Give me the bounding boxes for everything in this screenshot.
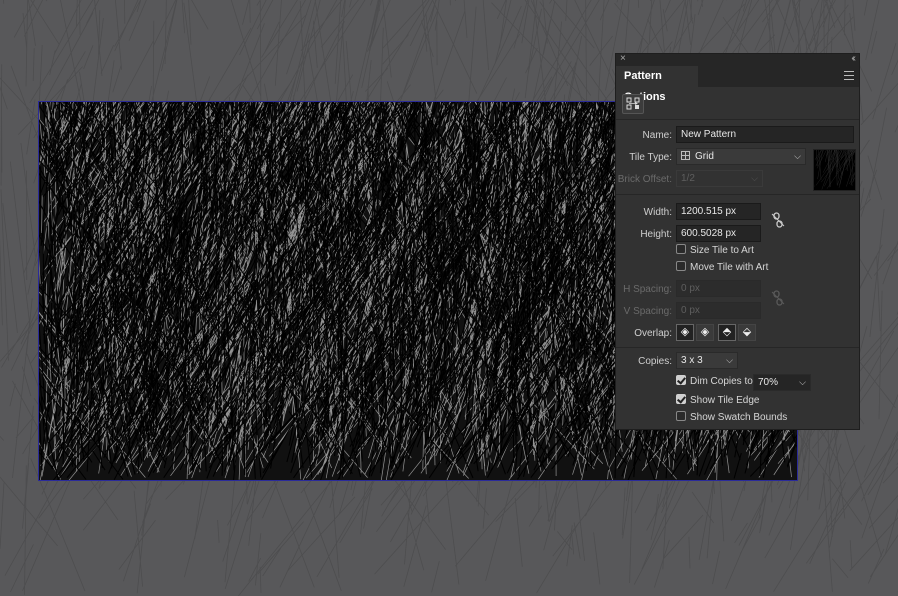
dim-copies-checkbox[interactable]: Dim Copies to: <box>676 375 756 390</box>
diamond-bottom-icon: ⬙ <box>742 326 752 338</box>
brick-offset-value: 1/2 <box>681 173 695 184</box>
tile-type-dropdown[interactable]: Grid ⌵ <box>676 148 806 165</box>
overlap-label: Overlap: <box>634 328 672 339</box>
dim-copies-dropdown[interactable]: 70% ⌵ <box>753 374 811 391</box>
collapse-icon[interactable]: ‹‹ <box>851 53 855 64</box>
chevron-down-icon: ⌵ <box>799 377 806 387</box>
checkbox-box <box>676 244 686 255</box>
v-spacing-field[interactable]: 0 px <box>676 302 761 319</box>
checkbox-box <box>676 394 686 405</box>
tile-type-label: Tile Type: <box>629 152 672 163</box>
unlink-spacing-icon[interactable] <box>771 290 785 309</box>
checkbox-box <box>676 261 686 272</box>
overlap-bottom-in-front-button[interactable]: ⬙ <box>738 324 756 341</box>
close-icon[interactable]: × <box>620 53 626 64</box>
pattern-thumbnail-art <box>801 0 898 190</box>
chevron-down-icon: ⌵ <box>794 151 801 161</box>
diamond-top-icon: ⬘ <box>722 326 732 338</box>
chevron-down-icon: ⌵ <box>726 355 733 365</box>
panel-menu-icon[interactable] <box>844 71 854 80</box>
diamond-left-icon: ◈ <box>680 326 690 338</box>
width-field[interactable]: 1200.515 px <box>676 203 761 220</box>
width-label: Width: <box>643 207 672 218</box>
name-field[interactable]: New Pattern <box>676 126 854 143</box>
pattern-options-panel: × ‹‹ Pattern Options Name: New Pattern T… <box>615 0 898 430</box>
pattern-tile-tool-button[interactable] <box>622 94 644 114</box>
separator <box>616 194 859 195</box>
copies-label: Copies: <box>638 356 672 367</box>
overlap-right-in-front-button[interactable]: ◈ <box>696 324 714 341</box>
pattern-tile-tool-icon <box>626 97 640 110</box>
checkbox-box <box>676 411 686 422</box>
unlink-proportions-icon[interactable] <box>771 212 785 231</box>
height-label: Height: <box>640 229 672 240</box>
dim-copies-value: 70% <box>758 377 779 388</box>
brick-offset-label: Brick Offset: <box>617 174 672 185</box>
separator <box>616 119 859 120</box>
panel-tabbar: Pattern Options <box>616 66 859 103</box>
v-spacing-label: V Spacing: <box>623 306 672 317</box>
overlap-top-in-front-button[interactable]: ⬘ <box>718 324 736 341</box>
panel-header-bar: × ‹‹ <box>616 53 859 66</box>
h-spacing-field[interactable]: 0 px <box>676 280 761 297</box>
overlap-left-in-front-button[interactable]: ◈ <box>676 324 694 341</box>
show-tile-edge-checkbox[interactable]: Show Tile Edge <box>676 394 760 409</box>
separator <box>616 347 859 348</box>
chevron-down-icon: ⌵ <box>751 173 758 183</box>
copies-value: 3 x 3 <box>681 355 703 366</box>
copies-dropdown[interactable]: 3 x 3 ⌵ <box>676 352 738 369</box>
h-spacing-label: H Spacing: <box>623 284 672 295</box>
diamond-right-icon: ◈ <box>700 326 710 338</box>
brick-offset-dropdown[interactable]: 1/2 ⌵ <box>676 170 763 187</box>
pattern-thumbnail <box>801 0 898 191</box>
height-field[interactable]: 600.5028 px <box>676 225 761 242</box>
size-tile-to-art-checkbox[interactable]: Size Tile to Art <box>676 244 754 259</box>
grid-icon <box>681 151 690 160</box>
tab-pattern-options[interactable]: Pattern Options <box>616 66 698 103</box>
move-tile-with-art-checkbox[interactable]: Move Tile with Art <box>676 261 768 276</box>
show-swatch-bounds-checkbox[interactable]: Show Swatch Bounds <box>676 411 787 426</box>
checkbox-box <box>676 375 686 386</box>
name-label: Name: <box>642 130 672 141</box>
tile-type-value: Grid <box>695 151 714 162</box>
